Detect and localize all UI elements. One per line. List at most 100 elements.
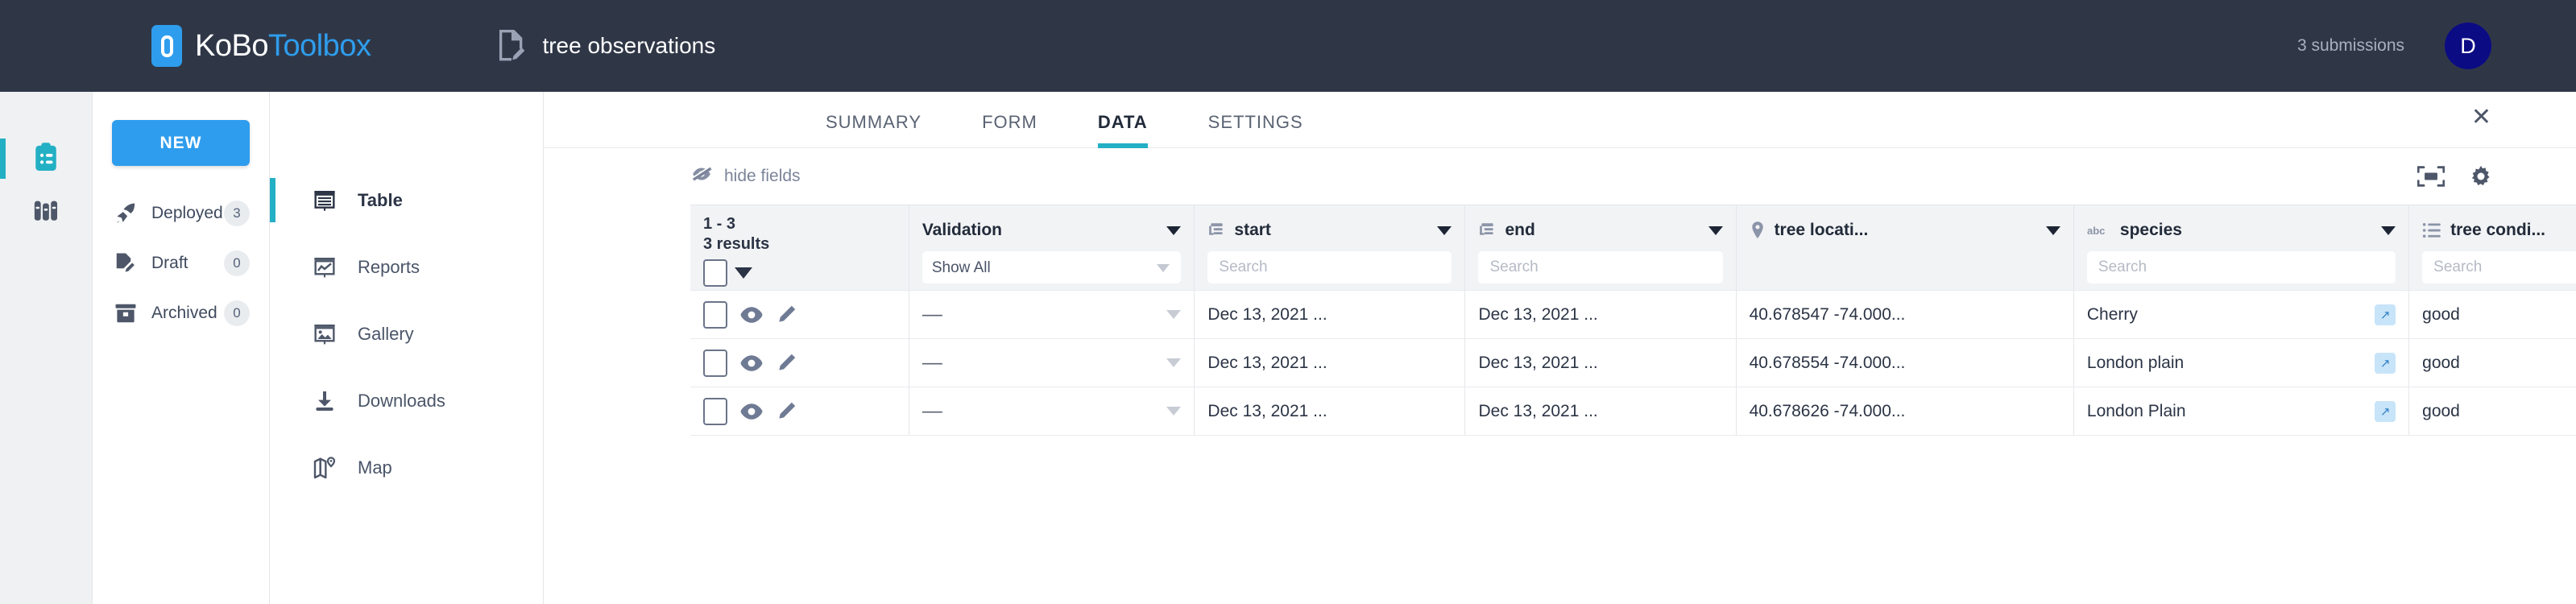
cell-tree-condition: good bbox=[2409, 339, 2576, 387]
data-table-region: 1 - 3 3 results Vali bbox=[544, 205, 2576, 436]
chevron-down-icon[interactable] bbox=[2381, 226, 2396, 235]
header-label-tree-location: tree locati... bbox=[1775, 221, 1869, 240]
header-cell-end: end bbox=[1465, 205, 1736, 291]
cell-validation[interactable]: — bbox=[909, 339, 1195, 387]
end-search-input[interactable] bbox=[1478, 251, 1722, 283]
datetime-icon bbox=[1478, 221, 1496, 239]
sidebar-count-archived: 0 bbox=[224, 300, 250, 326]
tab-settings[interactable]: SETTINGS bbox=[1208, 112, 1303, 147]
start-search-input[interactable] bbox=[1207, 251, 1452, 283]
view-nav-label-downloads: Downloads bbox=[358, 391, 445, 412]
species-value: Cherry bbox=[2087, 305, 2138, 325]
rocket-icon bbox=[112, 201, 139, 225]
row-select-checkbox[interactable] bbox=[703, 398, 727, 425]
projects-sidebar: NEW Deployed 3 bbox=[93, 92, 270, 604]
hide-fields-button[interactable]: hide fields bbox=[690, 165, 801, 188]
pencil-icon[interactable] bbox=[776, 304, 797, 325]
cell-validation[interactable]: — bbox=[909, 387, 1195, 436]
chevron-down-icon[interactable] bbox=[1437, 226, 1452, 235]
gallery-image-icon bbox=[312, 321, 342, 347]
rail-item-projects[interactable] bbox=[0, 132, 92, 185]
header-cell-start: start bbox=[1195, 205, 1465, 291]
kobotoolbox-logo[interactable]: KoBoToolbox bbox=[151, 25, 371, 67]
cell-start: Dec 13, 2021 ... bbox=[1195, 339, 1465, 387]
select-all-checkbox[interactable] bbox=[703, 259, 727, 287]
row-controls-cell bbox=[690, 387, 909, 436]
map-pin-icon bbox=[1750, 221, 1766, 240]
chevron-down-icon[interactable] bbox=[735, 267, 752, 279]
tree-condition-search-input[interactable] bbox=[2422, 251, 2576, 283]
eye-icon[interactable] bbox=[739, 354, 764, 372]
view-nav-item-table[interactable]: Table bbox=[270, 167, 543, 234]
header-label-tree-condition: tree condi... bbox=[2450, 221, 2545, 240]
table-row[interactable]: — Dec 13, 2021 ... Dec 13, 2021 ... 40.6… bbox=[690, 387, 2576, 436]
eye-icon[interactable] bbox=[739, 403, 764, 420]
header-cell-tree-condition: tree condi... bbox=[2409, 205, 2576, 291]
pencil-icon[interactable] bbox=[776, 353, 797, 374]
sidebar-label-deployed: Deployed bbox=[151, 204, 224, 223]
data-view-nav: Table Reports bbox=[270, 92, 544, 604]
view-nav-item-map[interactable]: Map bbox=[270, 434, 543, 501]
sidebar-item-deployed[interactable]: Deployed 3 bbox=[93, 188, 269, 238]
row-select-checkbox[interactable] bbox=[703, 350, 727, 377]
table-row[interactable]: — Dec 13, 2021 ... Dec 13, 2021 ... 40.6… bbox=[690, 339, 2576, 387]
validation-value: — bbox=[922, 351, 942, 374]
cell-end: Dec 13, 2021 ... bbox=[1465, 291, 1736, 339]
gear-icon[interactable] bbox=[2469, 164, 2493, 188]
chevron-down-icon[interactable] bbox=[1166, 407, 1181, 416]
header-cell-validation: Validation Show All bbox=[909, 205, 1195, 291]
chevron-down-icon[interactable] bbox=[2046, 226, 2060, 235]
tab-summary[interactable]: SUMMARY bbox=[826, 112, 921, 147]
tab-form[interactable]: FORM bbox=[982, 112, 1037, 147]
sidebar-count-deployed: 3 bbox=[224, 201, 250, 226]
species-search-input[interactable] bbox=[2087, 251, 2396, 283]
header-label-start: start bbox=[1234, 221, 1271, 240]
view-nav-item-downloads[interactable]: Downloads bbox=[270, 367, 543, 434]
header-right-group: 3 submissions D bbox=[2297, 23, 2491, 69]
cell-tree-location: 40.678554 -74.000... bbox=[1736, 339, 2073, 387]
eye-icon[interactable] bbox=[739, 306, 764, 324]
cell-start: Dec 13, 2021 ... bbox=[1195, 291, 1465, 339]
validation-filter-select[interactable]: Show All bbox=[922, 251, 1182, 283]
cell-species: London Plain ↗ bbox=[2073, 387, 2408, 436]
view-nav-label-table: Table bbox=[358, 190, 403, 211]
tab-data[interactable]: DATA bbox=[1098, 112, 1148, 147]
pencil-icon[interactable] bbox=[776, 401, 797, 422]
form-title-group: tree observations bbox=[495, 28, 715, 64]
chevron-down-icon[interactable] bbox=[1708, 226, 1723, 235]
top-header-bar: KoBoToolbox tree observations 3 submissi… bbox=[0, 0, 2576, 92]
header-label-species: species bbox=[2120, 221, 2182, 240]
avatar[interactable]: D bbox=[2445, 23, 2491, 69]
expand-icon[interactable] bbox=[2417, 166, 2445, 187]
chevron-down-icon[interactable] bbox=[1166, 358, 1181, 367]
row-select-checkbox[interactable] bbox=[703, 301, 727, 329]
document-pencil-icon bbox=[112, 251, 139, 275]
map-pin-icon bbox=[312, 455, 342, 481]
cell-validation[interactable]: — bbox=[909, 291, 1195, 339]
rail-item-library[interactable] bbox=[0, 185, 92, 238]
open-external-icon[interactable]: ↗ bbox=[2375, 401, 2396, 422]
result-range: 1 - 3 bbox=[703, 214, 896, 234]
chevron-down-icon[interactable] bbox=[1166, 226, 1181, 235]
logo-toolbox-part: Toolbox bbox=[268, 29, 371, 63]
main-content-panel: SUMMARY FORM DATA SETTINGS ✕ hide fields bbox=[544, 92, 2576, 604]
sidebar-item-archived[interactable]: Archived 0 bbox=[93, 288, 269, 338]
header-label-end: end bbox=[1505, 221, 1534, 240]
form-title: tree observations bbox=[542, 33, 715, 59]
open-external-icon[interactable]: ↗ bbox=[2375, 353, 2396, 374]
sidebar-label-archived: Archived bbox=[151, 304, 224, 323]
cell-tree-location: 40.678547 -74.000... bbox=[1736, 291, 2073, 339]
header-label-validation: Validation bbox=[922, 221, 1002, 240]
eye-slash-icon bbox=[690, 165, 713, 188]
cell-end: Dec 13, 2021 ... bbox=[1465, 387, 1736, 436]
view-nav-item-gallery[interactable]: Gallery bbox=[270, 300, 543, 367]
books-icon bbox=[32, 197, 60, 228]
open-external-icon[interactable]: ↗ bbox=[2375, 304, 2396, 325]
chevron-down-icon[interactable] bbox=[1166, 310, 1181, 319]
view-nav-item-reports[interactable]: Reports bbox=[270, 234, 543, 300]
close-icon[interactable]: ✕ bbox=[2471, 105, 2491, 130]
sidebar-item-draft[interactable]: Draft 0 bbox=[93, 238, 269, 288]
table-row[interactable]: — Dec 13, 2021 ... Dec 13, 2021 ... 40.6… bbox=[690, 291, 2576, 339]
new-project-button[interactable]: NEW bbox=[112, 120, 250, 166]
view-nav-label-gallery: Gallery bbox=[358, 324, 414, 345]
